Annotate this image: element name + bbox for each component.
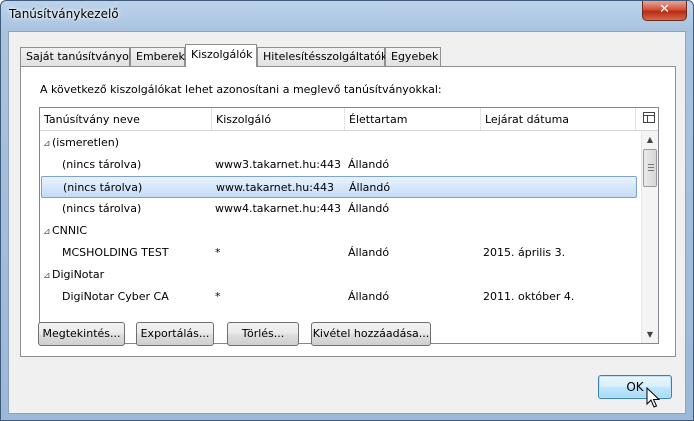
delete-button[interactable]: Törlés... bbox=[227, 322, 299, 346]
column-picker-icon[interactable] bbox=[642, 112, 656, 125]
column-header: Tanúsítvány neve Kiszolgáló Élettartam L… bbox=[40, 108, 658, 131]
certificate-tree-list[interactable]: Tanúsítvány neve Kiszolgáló Élettartam L… bbox=[39, 107, 659, 344]
column-header-lifetime[interactable]: Élettartam bbox=[345, 108, 481, 130]
column-header-name[interactable]: Tanúsítvány neve bbox=[40, 108, 212, 130]
servers-panel: A következő kiszolgálókat lehet azonosít… bbox=[20, 66, 676, 357]
column-header-server[interactable]: Kiszolgáló bbox=[212, 108, 345, 130]
tree-group-row[interactable]: ⊿(ismeretlen) bbox=[40, 132, 638, 154]
tab-people[interactable]: Emberek bbox=[130, 47, 185, 66]
tree-expanded-icon[interactable]: ⊿ bbox=[43, 265, 52, 287]
certificate-manager-window: Tanúsítványkezelő ✕ Saját tanúsítványok … bbox=[0, 0, 694, 421]
window-title: Tanúsítványkezelő bbox=[9, 7, 119, 21]
tree-expanded-icon[interactable]: ⊿ bbox=[43, 221, 52, 243]
add-exception-button[interactable]: Kivétel hozzáadása... bbox=[311, 322, 431, 346]
view-button[interactable]: Megtekintés... bbox=[38, 322, 125, 346]
table-row[interactable]: DigiNotar Cyber CA * Állandó 2011. októb… bbox=[40, 286, 638, 308]
tree-expanded-icon[interactable]: ⊿ bbox=[43, 133, 52, 155]
ok-button[interactable]: OK bbox=[598, 375, 672, 399]
tab-own-certificates[interactable]: Saját tanúsítványok bbox=[20, 47, 135, 66]
tree-group-row[interactable]: ⊿DigiNotar bbox=[40, 264, 638, 286]
close-icon: ✕ bbox=[659, 2, 670, 17]
vertical-scrollbar[interactable]: ▲ ▼ bbox=[641, 131, 658, 343]
title-bar[interactable]: Tanúsítványkezelő ✕ bbox=[1, 1, 693, 31]
column-header-expiry[interactable]: Lejárat dátuma bbox=[481, 108, 636, 130]
table-row[interactable]: (nincs tárolva) www4.takarnet.hu:443 Áll… bbox=[40, 198, 638, 220]
scroll-down-icon[interactable]: ▼ bbox=[642, 326, 658, 343]
tree-group-row[interactable]: ⊿CNNIC bbox=[40, 220, 638, 242]
tab-servers[interactable]: Kiszolgálók bbox=[185, 44, 257, 67]
tab-authorities[interactable]: Hitelesítésszolgáltatók bbox=[257, 47, 387, 66]
intro-text: A következő kiszolgálókat lehet azonosít… bbox=[40, 83, 442, 96]
export-button[interactable]: Exportálás... bbox=[136, 322, 214, 346]
tab-others[interactable]: Egyebek bbox=[385, 47, 441, 66]
close-button[interactable]: ✕ bbox=[642, 1, 687, 21]
grip-icon bbox=[648, 164, 654, 172]
table-row-selected[interactable]: (nincs tárolva) www.takarnet.hu:443 Álla… bbox=[41, 176, 637, 198]
table-row[interactable]: (nincs tárolva) www3.takarnet.hu:443 Áll… bbox=[40, 154, 638, 176]
mouse-cursor-icon bbox=[646, 387, 660, 408]
table-row[interactable]: MCSHOLDING TEST * Állandó 2015. április … bbox=[40, 242, 638, 264]
scrollbar-thumb[interactable] bbox=[643, 149, 657, 187]
scroll-up-icon[interactable]: ▲ bbox=[642, 131, 658, 148]
dialog-client-area: Saját tanúsítványok Emberek Kiszolgálók … bbox=[8, 31, 686, 414]
